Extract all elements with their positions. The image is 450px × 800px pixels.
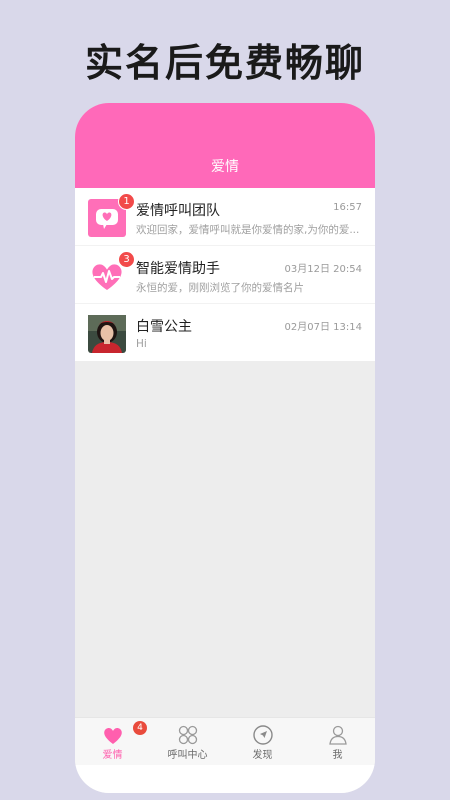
conversation-name: 爱情呼叫团队 <box>136 203 220 219</box>
top-nav-bar: 爱情 <box>75 103 375 188</box>
compass-icon <box>252 725 273 745</box>
conversation-list: 1 爱情呼叫团队 16:57 欢迎回家，爱情呼叫就是你爱情的家,为你的爱... … <box>75 188 375 361</box>
promo-headline: 实名后免费畅聊 <box>84 41 365 85</box>
conversation-preview: Hi <box>136 338 147 350</box>
unread-badge: 1 <box>118 193 135 210</box>
conversation-time: 03月12日 20:54 <box>284 264 362 275</box>
tab-badge: 4 <box>133 721 147 735</box>
conversation-preview: 永恒的爱，刚刚浏览了你的爱情名片 <box>136 282 304 294</box>
conversation-preview: 欢迎回家，爱情呼叫就是你爱情的家,为你的爱... <box>136 224 360 236</box>
tab-call-center[interactable]: 呼叫中心 <box>150 718 225 765</box>
conversation-row[interactable]: 1 爱情呼叫团队 16:57 欢迎回家，爱情呼叫就是你爱情的家,为你的爱... <box>75 188 375 246</box>
tab-label: 我 <box>332 750 343 761</box>
tab-label: 呼叫中心 <box>167 750 208 761</box>
conversation-name: 白雪公主 <box>136 319 192 335</box>
grid-circles-icon <box>178 725 197 745</box>
unread-badge: 3 <box>118 251 135 268</box>
conversation-time: 02月07日 13:14 <box>284 322 362 333</box>
bottom-tab-bar: 4 爱情 呼叫中心 发现 我 <box>75 717 375 765</box>
person-icon <box>328 725 347 745</box>
tab-love[interactable]: 4 爱情 <box>75 718 150 765</box>
tab-me[interactable]: 我 <box>300 718 375 765</box>
nav-title: 爱情 <box>211 159 239 175</box>
conversation-row[interactable]: 3 智能爱情助手 03月12日 20:54 永恒的爱，刚刚浏览了你的爱情名片 <box>75 246 375 304</box>
conversation-row[interactable]: 白雪公主 02月07日 13:14 Hi <box>75 304 375 361</box>
tab-discover[interactable]: 发现 <box>225 718 300 765</box>
heart-icon <box>103 727 122 744</box>
tab-label: 发现 <box>252 750 273 761</box>
conversation-time: 16:57 <box>333 202 362 213</box>
conversation-name: 智能爱情助手 <box>136 261 220 277</box>
phone-bottom-bezel <box>75 765 375 793</box>
user-avatar-photo <box>88 315 126 353</box>
tab-label: 爱情 <box>102 750 123 761</box>
phone-frame: 爱情 1 爱情呼叫团队 16:57 欢迎回家，爱情呼叫就是你爱情的家,为你的爱.… <box>75 103 375 793</box>
